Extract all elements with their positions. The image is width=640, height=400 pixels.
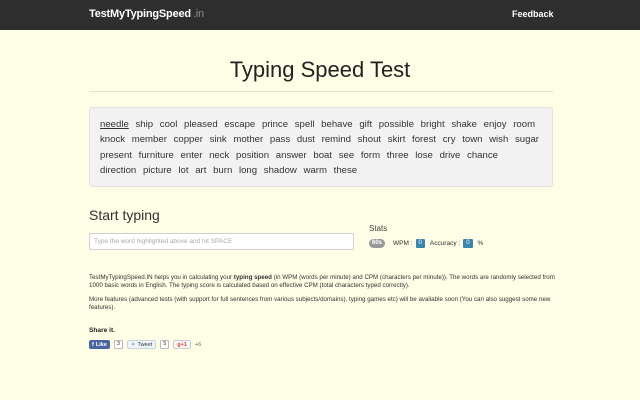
word: cool <box>159 119 178 130</box>
typing-input[interactable] <box>89 233 354 250</box>
share-buttons: f Like 3 ✦ Tweet 5 g+1 +6 <box>89 340 201 349</box>
feedback-link[interactable]: Feedback <box>512 9 554 19</box>
word: long <box>238 165 258 177</box>
word: neck <box>209 149 230 161</box>
description: TestMyTypingSpeed.IN helps you in calcul… <box>89 274 559 318</box>
word: enter <box>180 149 203 161</box>
word: direction <box>100 165 137 177</box>
word: sugar <box>515 134 539 146</box>
brand-tld: .in <box>192 8 204 20</box>
description-paragraph-1: TestMyTypingSpeed.IN helps you in calcul… <box>89 274 555 290</box>
word: dust <box>296 134 315 146</box>
word: boat <box>313 149 333 161</box>
word: enjoy <box>483 119 507 130</box>
word: escape <box>224 119 256 130</box>
accuracy-value: 0 <box>463 238 473 248</box>
word: town <box>462 134 483 146</box>
top-navbar: TestMyTypingSpeed .in Feedback <box>0 0 640 30</box>
word: warm <box>303 165 327 177</box>
word: pleased <box>184 119 218 130</box>
word: furniture <box>138 149 174 161</box>
word: these <box>333 165 358 177</box>
word: burn <box>213 165 233 177</box>
word: wish <box>489 134 509 146</box>
tweet-button[interactable]: ✦ Tweet <box>126 340 157 349</box>
word: prince <box>261 119 289 130</box>
accuracy-unit: % <box>477 239 484 247</box>
word: copper <box>173 134 203 146</box>
word: possible <box>378 119 414 130</box>
word: ship <box>135 119 154 130</box>
facebook-icon: f <box>92 341 94 348</box>
word: gift <box>359 119 373 130</box>
google-plus-count: +6 <box>194 341 202 348</box>
description-paragraph-2: More features (advanced tests (with supp… <box>89 295 551 312</box>
start-typing-heading: Start typing <box>89 207 160 223</box>
word: shadow <box>263 165 297 177</box>
site-logo[interactable]: TestMyTypingSpeed .in <box>89 8 204 20</box>
word: knock <box>100 134 126 146</box>
word: member <box>131 134 167 146</box>
word: shake <box>451 119 477 130</box>
word: lose <box>415 149 433 161</box>
word: lot <box>178 165 189 177</box>
word: spell <box>294 119 315 130</box>
word: mother <box>233 134 264 146</box>
word: bright <box>420 119 445 130</box>
word: forest <box>412 134 437 146</box>
word: position <box>236 149 270 161</box>
word: see <box>338 149 355 161</box>
facebook-like-button[interactable]: f Like <box>89 340 110 349</box>
word: three <box>386 149 409 161</box>
word: remind <box>321 134 351 146</box>
google-plus-button[interactable]: g+1 <box>173 340 191 349</box>
word: behave <box>321 119 353 130</box>
word: sink <box>209 134 227 146</box>
twitter-count: 5 <box>160 340 170 349</box>
word: chance <box>467 149 498 161</box>
word: cry <box>442 134 456 146</box>
wpm-value: 0 <box>415 238 425 248</box>
share-heading: Share it. <box>89 327 116 334</box>
facebook-count: 3 <box>113 340 123 349</box>
word: art <box>195 165 207 177</box>
word: picture <box>142 165 172 177</box>
brand-name: TestMyTypingSpeed <box>89 8 191 20</box>
page-title: Typing Speed Test <box>229 57 411 82</box>
word: form <box>360 149 381 161</box>
word: pass <box>269 134 291 146</box>
word: drive <box>439 149 461 161</box>
twitter-icon: ✦ <box>130 341 136 348</box>
wpm-label: WPM : <box>393 239 413 247</box>
title-divider <box>89 91 553 92</box>
word: shout <box>357 134 382 146</box>
timer-badge: 60s <box>369 238 386 248</box>
current-word: needle <box>100 119 129 130</box>
word: present <box>100 149 132 161</box>
stats-label: Stats <box>369 224 388 233</box>
word-list-panel: needle ship cool pleased escape prince s… <box>89 107 553 187</box>
accuracy-label: Accuracy : <box>429 239 461 247</box>
word: answer <box>275 149 307 161</box>
word: room <box>513 119 536 130</box>
word: skirt <box>387 134 406 146</box>
stats-row: 60s WPM : 0 Accuracy : 0 % <box>369 238 483 248</box>
